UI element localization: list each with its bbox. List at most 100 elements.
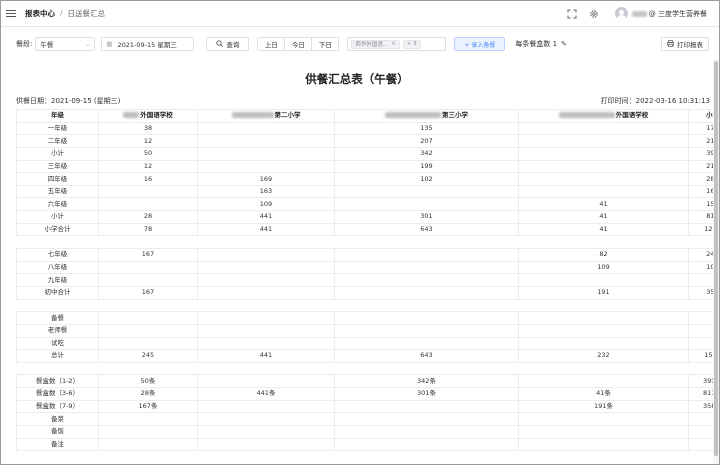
- table-row: 餐盒数（3-6）28条441条301条41条811条: [16, 387, 713, 401]
- table-cell: 441: [197, 210, 335, 224]
- table-cell: [98, 298, 198, 313]
- row-label: [16, 298, 99, 313]
- table-cell: [197, 323, 335, 338]
- table-cell: 82: [518, 248, 689, 262]
- table-row: 二年级12 207 219: [16, 134, 713, 148]
- row-label: [16, 235, 99, 250]
- edit-icon[interactable]: ✎: [561, 40, 567, 48]
- row-label: 备餐: [16, 311, 99, 325]
- column-header-school-1: 外国语学校: [98, 109, 198, 123]
- table-cell: [688, 273, 713, 287]
- table-cell: 41: [518, 197, 689, 212]
- user-name[interactable]: @ 三度学生营养餐: [649, 9, 707, 19]
- print-report-button[interactable]: 打印报表: [661, 37, 709, 51]
- table-cell: 167: [98, 248, 198, 262]
- table-row: 餐盒数（1-2）50条 342条 393条: [16, 374, 713, 389]
- table-cell: [197, 311, 335, 325]
- school-tag[interactable]: 西华外国语... ×: [351, 39, 400, 49]
- table-cell: [518, 235, 689, 250]
- table-cell: [197, 437, 335, 452]
- table-cell: [688, 311, 713, 325]
- breadcrumb-separator: /: [60, 9, 63, 18]
- table-cell: [197, 374, 335, 389]
- table-cell: [688, 235, 713, 250]
- table-cell: [98, 361, 198, 376]
- row-label: 老师餐: [16, 323, 99, 338]
- avatar[interactable]: [614, 7, 628, 20]
- table-cell: [518, 311, 689, 325]
- table-cell: [98, 437, 198, 452]
- next-day-button[interactable]: 下日: [311, 37, 340, 51]
- more-tag: + 3: [402, 39, 421, 49]
- table-row: 备饭: [16, 425, 713, 439]
- scrollbar-thumb[interactable]: [714, 61, 718, 456]
- table-cell: 249: [688, 248, 713, 262]
- table-cell: [518, 273, 689, 287]
- table-cell: 1204: [688, 222, 713, 237]
- row-label: 九年级: [16, 273, 99, 287]
- table-cell: 12: [98, 159, 198, 174]
- search-button[interactable]: 查询: [206, 37, 250, 51]
- add-meal-button[interactable]: + 录入备餐: [454, 37, 506, 51]
- table-cell: 211: [688, 159, 713, 174]
- table-cell: [518, 134, 689, 148]
- row-label: 餐盒数（7-9）: [16, 399, 99, 414]
- meal-period-value: 午餐: [40, 41, 54, 49]
- table-header-row: 年级 外国语学校 第二小学 第三小学 外国语学校 小计: [16, 109, 713, 123]
- top-bar: 报表中心 / 日送餐汇总 @ 三度学生营养餐: [1, 1, 719, 27]
- table-cell: [197, 273, 335, 287]
- table-cell: [197, 298, 335, 313]
- table-row: 九年级: [16, 273, 713, 287]
- table-cell: [334, 260, 519, 275]
- table-cell: 232: [518, 349, 689, 363]
- table-cell: [334, 285, 519, 300]
- table-cell: [518, 172, 689, 186]
- table-cell: 109: [688, 260, 713, 275]
- table-cell: 41: [518, 210, 689, 224]
- table-row: [16, 235, 713, 250]
- row-label: 餐盒数（1-2）: [16, 374, 99, 389]
- table-cell: [688, 437, 713, 452]
- print-report-label: 打印报表: [677, 41, 703, 49]
- app-window: 报表中心 / 日送餐汇总 @ 三度学生营养餐 餐段: 午餐 ⌄ ▦ 2021-0…: [0, 0, 720, 465]
- table-body: 一年级38135174二年级12207219小计50342393三年级12199…: [16, 121, 713, 452]
- school-tag-label: 西华外国语...: [355, 42, 389, 48]
- row-label: 小学合计: [16, 222, 99, 237]
- table-row: 小计2844130141811: [16, 210, 713, 224]
- meal-period-select[interactable]: 午餐 ⌄: [35, 37, 96, 51]
- table-cell: [518, 323, 689, 338]
- table-cell: 102: [334, 172, 519, 186]
- chevron-down-icon: ⌄: [85, 41, 91, 48]
- today-button[interactable]: 今日: [284, 37, 313, 51]
- fullscreen-icon[interactable]: [567, 9, 577, 19]
- date-picker[interactable]: ▦ 2021-09-15 星期三: [101, 37, 195, 51]
- table-cell: 50条: [98, 374, 198, 389]
- row-label: 五年级: [16, 184, 99, 199]
- table-cell: [197, 134, 335, 148]
- table-cell: [334, 437, 519, 452]
- gear-icon[interactable]: [589, 9, 599, 19]
- close-icon[interactable]: ×: [391, 41, 396, 47]
- prev-day-button[interactable]: 上日: [257, 37, 286, 51]
- table-cell: 167: [98, 285, 198, 300]
- table-cell: [334, 235, 519, 250]
- breadcrumb-root[interactable]: 报表中心: [25, 8, 55, 19]
- menu-icon[interactable]: [6, 9, 16, 18]
- table-row: 老师餐: [16, 323, 713, 338]
- summary-table: 年级 外国语学校 第二小学 第三小学 外国语学校 小计 一年级38135174二…: [16, 109, 713, 452]
- row-label: [16, 361, 99, 376]
- table-cell: [334, 248, 519, 262]
- table-cell: 441: [197, 349, 335, 363]
- row-label: 小计: [16, 146, 99, 161]
- table-row: 八年级 109109: [16, 260, 713, 275]
- row-label: 餐盒数（3-6）: [16, 387, 99, 401]
- table-cell: 358条: [688, 399, 713, 414]
- meal-period-label: 餐段:: [16, 40, 33, 48]
- table-cell: 16: [98, 172, 198, 186]
- per-box-label: 每条餐盒数 1: [515, 40, 558, 48]
- column-header-school-4: 外国语学校: [518, 109, 689, 123]
- table-cell: 38: [98, 121, 198, 136]
- table-cell: [98, 323, 198, 338]
- school-multi-select[interactable]: 西华外国语... × + 3: [347, 37, 447, 51]
- table-cell: 191: [518, 285, 689, 300]
